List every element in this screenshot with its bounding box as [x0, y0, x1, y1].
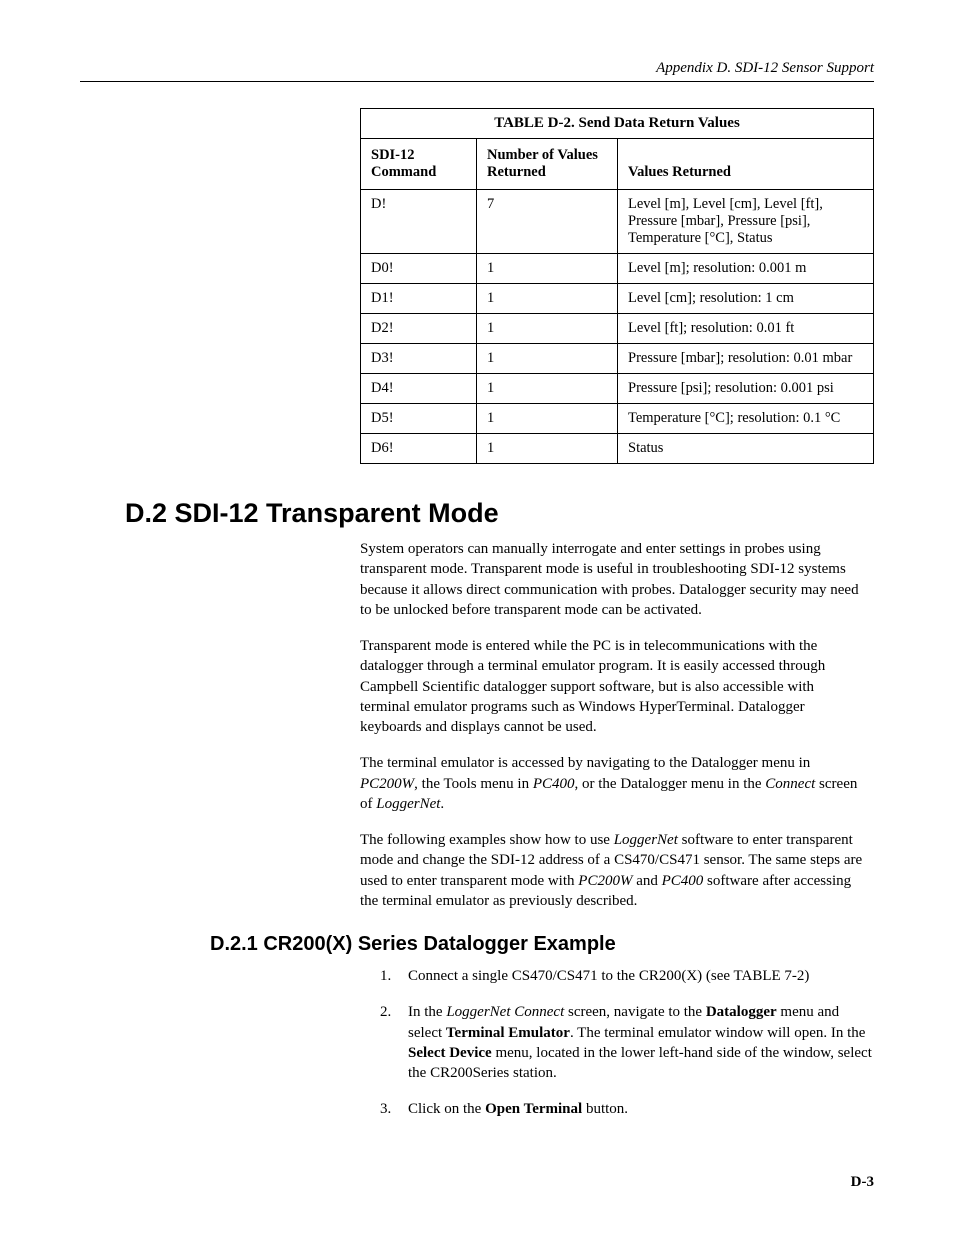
- italic-text: LoggerNet: [376, 796, 440, 812]
- paragraph: The following examples show how to use L…: [360, 830, 864, 911]
- list-item: 3.Click on the Open Terminal button.: [380, 1099, 874, 1119]
- text: .: [440, 796, 444, 812]
- table-cell: Level [m], Level [cm], Level [ft], Press…: [618, 190, 874, 254]
- table-cell: 1: [477, 284, 618, 314]
- th-values-returned: Values Returned: [618, 139, 874, 190]
- table-cell: Pressure [mbar]; resolution: 0.01 mbar: [618, 344, 874, 374]
- text: The following examples show how to use: [360, 832, 614, 848]
- table-cell: Pressure [psi]; resolution: 0.001 psi: [618, 374, 874, 404]
- step-text: In the LoggerNet Connect screen, navigat…: [408, 1002, 874, 1083]
- th-num-values: Number of Values Returned: [477, 139, 618, 190]
- table-cell: D1!: [361, 284, 477, 314]
- subsection-heading-d21: D.2.1 CR200(X) Series Datalogger Example: [210, 933, 874, 956]
- table-cell: Temperature [°C]; resolution: 0.1 °C: [618, 404, 874, 434]
- paragraph: The terminal emulator is accessed by nav…: [360, 753, 864, 814]
- text: Connect a single CS470/CS471 to the CR20…: [408, 968, 809, 984]
- step-text: Connect a single CS470/CS471 to the CR20…: [408, 966, 874, 986]
- paragraph: Transparent mode is entered while the PC…: [360, 636, 864, 737]
- table-cell: 1: [477, 374, 618, 404]
- table-cell: D5!: [361, 404, 477, 434]
- steps-list: 1.Connect a single CS470/CS471 to the CR…: [380, 966, 874, 1120]
- table-cell: 7: [477, 190, 618, 254]
- text: and: [632, 873, 661, 889]
- table-caption: TABLE D-2. Send Data Return Values: [360, 108, 874, 138]
- paragraph: System operators can manually interrogat…: [360, 539, 864, 620]
- italic-text: LoggerNet: [614, 832, 678, 848]
- table-cell: Level [m]; resolution: 0.001 m: [618, 254, 874, 284]
- page-header: Appendix D. SDI-12 Sensor Support: [80, 60, 874, 77]
- table-cell: D6!: [361, 434, 477, 464]
- table-cell: D0!: [361, 254, 477, 284]
- send-data-return-values-table: TABLE D-2. Send Data Return Values SDI-1…: [360, 108, 874, 464]
- bold-text: Select Device: [408, 1045, 492, 1061]
- step-number: 1.: [380, 966, 408, 986]
- italic-text: Connect: [765, 776, 815, 792]
- text: button.: [582, 1101, 628, 1117]
- table-row: D0!1Level [m]; resolution: 0.001 m: [361, 254, 874, 284]
- step-number: 3.: [380, 1099, 408, 1119]
- th-sdi12-command: SDI-12 Command: [361, 139, 477, 190]
- table-cell: D4!: [361, 374, 477, 404]
- table-row: D4!1Pressure [psi]; resolution: 0.001 ps…: [361, 374, 874, 404]
- italic-text: PC200W: [578, 873, 632, 889]
- table-cell: Level [ft]; resolution: 0.01 ft: [618, 314, 874, 344]
- table-cell: 1: [477, 404, 618, 434]
- text: , the Tools menu in: [414, 776, 533, 792]
- table-cell: 1: [477, 434, 618, 464]
- section-heading-d2: D.2 SDI-12 Transparent Mode: [125, 498, 874, 529]
- bold-text: Open Terminal: [485, 1101, 582, 1117]
- table-cell: 1: [477, 254, 618, 284]
- table-row: D!7Level [m], Level [cm], Level [ft], Pr…: [361, 190, 874, 254]
- table-row: D6!1Status: [361, 434, 874, 464]
- text: . The terminal emulator window will open…: [570, 1025, 866, 1041]
- text: The terminal emulator is accessed by nav…: [360, 755, 810, 771]
- table-cell: D3!: [361, 344, 477, 374]
- table-row: D5!1Temperature [°C]; resolution: 0.1 °C: [361, 404, 874, 434]
- table-cell: Status: [618, 434, 874, 464]
- table-cell: D!: [361, 190, 477, 254]
- table-row: D1!1Level [cm]; resolution: 1 cm: [361, 284, 874, 314]
- text: In the: [408, 1004, 446, 1020]
- table-cell: Level [cm]; resolution: 1 cm: [618, 284, 874, 314]
- step-number: 2.: [380, 1002, 408, 1083]
- bold-text: Terminal Emulator: [446, 1025, 570, 1041]
- italic-text: PC200W: [360, 776, 414, 792]
- text: , or the Datalogger menu in the: [575, 776, 766, 792]
- table-cell: D2!: [361, 314, 477, 344]
- text: screen, navigate to the: [564, 1004, 706, 1020]
- table-cell: 1: [477, 314, 618, 344]
- list-item: 2.In the LoggerNet Connect screen, navig…: [380, 1002, 874, 1083]
- italic-text: LoggerNet Connect: [446, 1004, 564, 1020]
- italic-text: PC400: [533, 776, 575, 792]
- table-row: D3!1Pressure [mbar]; resolution: 0.01 mb…: [361, 344, 874, 374]
- page-number: D-3: [851, 1174, 874, 1191]
- step-text: Click on the Open Terminal button.: [408, 1099, 874, 1119]
- table-cell: 1: [477, 344, 618, 374]
- table-row: D2!1Level [ft]; resolution: 0.01 ft: [361, 314, 874, 344]
- italic-text: PC400: [662, 873, 704, 889]
- bold-text: Datalogger: [706, 1004, 777, 1020]
- text: Click on the: [408, 1101, 485, 1117]
- list-item: 1.Connect a single CS470/CS471 to the CR…: [380, 966, 874, 986]
- header-rule: [80, 81, 874, 82]
